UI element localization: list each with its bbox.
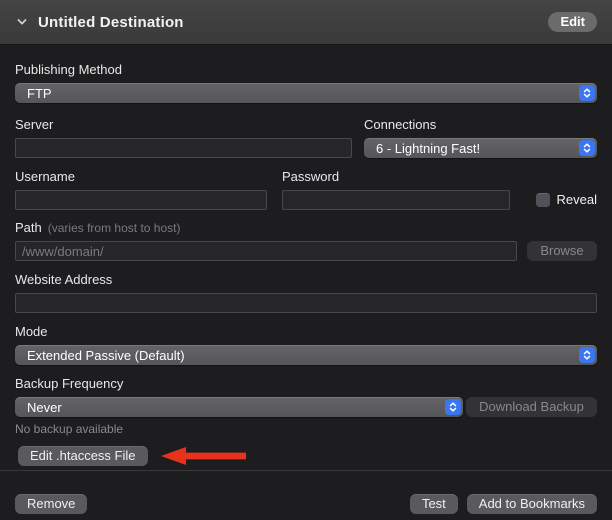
mode-group: Mode Extended Passive (Default) — [15, 325, 597, 365]
connections-select[interactable]: 6 - Lightning Fast! — [364, 138, 597, 158]
server-label: Server — [15, 118, 352, 132]
path-label: Path (varies from host to host) — [15, 221, 597, 235]
browse-button[interactable]: Browse — [527, 241, 597, 261]
popup-stepper-icon — [445, 399, 461, 415]
reveal-group: Reveal — [536, 192, 597, 207]
remove-button[interactable]: Remove — [15, 494, 87, 514]
settings-form: Publishing Method FTP Server Connections — [0, 45, 612, 514]
server-group: Server — [15, 118, 352, 158]
username-input[interactable] — [15, 190, 267, 210]
chevron-down-icon[interactable] — [15, 15, 29, 29]
download-backup-button[interactable]: Download Backup — [466, 397, 597, 417]
publishing-method-label: Publishing Method — [15, 63, 597, 77]
backup-frequency-group: Backup Frequency Never Download Backup N… — [15, 377, 597, 435]
website-address-label: Website Address — [15, 273, 597, 287]
htaccess-row: Edit .htaccess File — [15, 446, 597, 466]
password-label: Password — [282, 170, 510, 184]
publishing-method-group: Publishing Method FTP — [15, 63, 597, 103]
publishing-method-select[interactable]: FTP — [15, 83, 597, 103]
mode-value: Extended Passive (Default) — [27, 348, 185, 363]
username-label: Username — [15, 170, 267, 184]
credentials-row: Username Password Reveal — [15, 170, 597, 210]
server-connections-row: Server Connections 6 - Lightning Fast! — [15, 118, 597, 158]
path-group: Path (varies from host to host) Browse — [15, 221, 597, 261]
server-input[interactable] — [15, 138, 352, 158]
popup-stepper-icon — [579, 85, 595, 101]
connections-group: Connections 6 - Lightning Fast! — [364, 118, 597, 158]
path-input[interactable] — [15, 241, 517, 261]
test-button[interactable]: Test — [410, 494, 458, 514]
popup-stepper-icon — [579, 347, 595, 363]
mode-label: Mode — [15, 325, 597, 339]
destination-title: Untitled Destination — [38, 14, 184, 31]
edit-htaccess-button[interactable]: Edit .htaccess File — [18, 446, 148, 466]
popup-stepper-icon — [579, 140, 595, 156]
publishing-destination-panel: Untitled Destination Edit Publishing Met… — [0, 0, 612, 520]
backup-frequency-label: Backup Frequency — [15, 377, 597, 391]
password-group: Password — [282, 170, 510, 210]
backup-status-text: No backup available — [15, 423, 597, 435]
reveal-label: Reveal — [557, 192, 597, 207]
reveal-checkbox[interactable] — [536, 193, 550, 207]
path-label-text: Path — [15, 220, 42, 235]
password-input[interactable] — [282, 190, 510, 210]
destination-header: Untitled Destination Edit — [0, 0, 612, 45]
username-group: Username — [15, 170, 267, 210]
add-to-bookmarks-button[interactable]: Add to Bookmarks — [467, 494, 597, 514]
publishing-method-value: FTP — [27, 86, 52, 101]
website-address-group: Website Address — [15, 273, 597, 313]
backup-frequency-value: Never — [27, 400, 62, 415]
website-address-input[interactable] — [15, 293, 597, 313]
backup-frequency-select[interactable]: Never — [15, 397, 463, 417]
footer-bar: Remove Test Add to Bookmarks — [15, 471, 597, 514]
edit-button[interactable]: Edit — [548, 12, 597, 32]
connections-label: Connections — [364, 118, 597, 132]
red-arrow-icon — [161, 446, 246, 466]
connections-value: 6 - Lightning Fast! — [376, 141, 480, 156]
path-hint: (varies from host to host) — [48, 221, 181, 235]
mode-select[interactable]: Extended Passive (Default) — [15, 345, 597, 365]
